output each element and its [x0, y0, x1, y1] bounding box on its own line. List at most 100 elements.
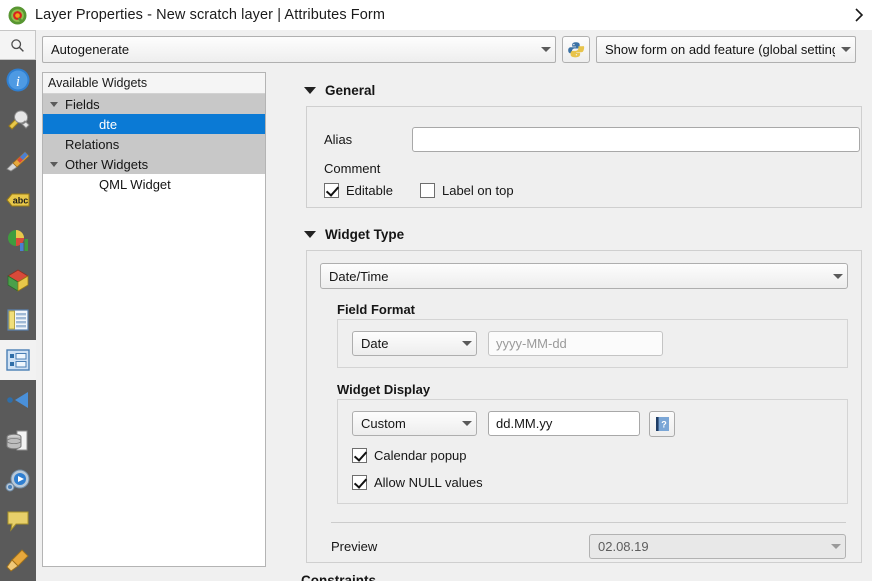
sidebar-item-joins[interactable]: [0, 380, 36, 420]
tree-item-other-widgets[interactable]: Other Widgets: [43, 154, 265, 174]
preview-value: 02.08.19: [598, 539, 649, 554]
svg-text:i: i: [16, 74, 20, 90]
preview-divider: [331, 522, 846, 523]
widget-display-label: Widget Display: [337, 382, 431, 397]
properties-icon-rail: i abc: [0, 30, 36, 581]
widget-display-mode-value: Custom: [361, 416, 406, 431]
table-ruler-icon: [7, 309, 29, 331]
field-format-mode-value: Date: [361, 336, 389, 351]
form-toolbar: Autogenerate Show form on add feature (g…: [42, 36, 872, 63]
join-arrow-icon: [7, 392, 28, 408]
tree-item-label: Relations: [65, 136, 120, 152]
twisty-expanded-icon[interactable]: [43, 99, 65, 109]
sidebar-item-diagrams[interactable]: [0, 220, 36, 260]
calendar-popup-checkbox[interactable]: [352, 448, 367, 463]
sidebar-item-auxiliary-storage[interactable]: [0, 420, 36, 460]
general-section-header[interactable]: General: [301, 80, 872, 100]
qgis-logo-icon: [8, 6, 27, 25]
tree-item-relations[interactable]: Relations: [43, 134, 265, 154]
widget-type-section-title: Widget Type: [325, 226, 405, 242]
sidebar-item-information[interactable]: i: [0, 60, 36, 100]
widget-type-panel: Date/Time Field Format Date yyyy-MM-dd W…: [306, 250, 862, 563]
form-behavior-value: Show form on add feature (global setting…: [605, 42, 835, 57]
constraints-section-title: Constraints: [301, 573, 377, 581]
label-on-top-checkbox[interactable]: [419, 183, 435, 198]
calendar-popup-label: Calendar popup: [374, 448, 467, 463]
form-behavior-combo[interactable]: Show form on add feature (global setting…: [596, 36, 856, 63]
format-help-button[interactable]: ?: [649, 411, 675, 437]
allow-null-label: Allow NULL values: [374, 475, 483, 490]
broom-icon: [6, 549, 29, 572]
chevron-down-icon: [841, 47, 851, 52]
sidebar-item-labels[interactable]: abc: [0, 180, 36, 220]
svg-text:?: ?: [661, 420, 667, 430]
available-widgets-panel: Available Widgets Fields dte Relations O…: [42, 72, 266, 567]
tree-item-label: Fields: [65, 96, 100, 112]
general-section-title: General: [325, 82, 376, 98]
editable-label: Editable: [346, 183, 393, 198]
tree-item-dte[interactable]: dte: [43, 114, 265, 134]
preview-value-combo[interactable]: 02.08.19: [589, 534, 846, 559]
pie-bar-chart-icon: [8, 230, 28, 251]
available-widgets-header: Available Widgets: [43, 73, 265, 94]
sidebar-item-source[interactable]: [0, 100, 36, 140]
speech-bubble-icon: [7, 511, 29, 532]
general-panel: Alias Comment Editable Label on top: [306, 106, 862, 208]
abc-label-icon: abc: [6, 193, 30, 207]
tree-item-label: QML Widget: [99, 176, 171, 192]
widget-display-group: Custom dd.MM.yy ? Calendar popup Allow N…: [337, 399, 848, 504]
wrench-screwdriver-icon: [8, 110, 30, 130]
sidebar-item-3d-view[interactable]: [0, 260, 36, 300]
collapse-triangle-icon: [304, 230, 316, 238]
form-layout-icon: [6, 349, 30, 371]
window-title: Layer Properties - New scratch layer | A…: [35, 7, 386, 23]
sidebar-item-attributes-form[interactable]: [0, 340, 36, 380]
sidebar-item-symbology[interactable]: [0, 140, 36, 180]
chevron-down-icon: [831, 544, 841, 549]
twisty-expanded-icon[interactable]: [43, 159, 65, 169]
editable-checkbox[interactable]: [324, 183, 339, 198]
gear-play-icon: [5, 469, 30, 492]
field-format-group: Date yyyy-MM-dd: [337, 319, 848, 368]
sidebar-item-display[interactable]: [0, 500, 36, 540]
paintbrush-icon: [6, 151, 30, 172]
chevron-right-icon[interactable]: [846, 4, 866, 26]
widget-display-pattern-input[interactable]: dd.MM.yy: [488, 411, 640, 436]
form-layout-value: Autogenerate: [51, 42, 130, 57]
tree-item-label: Other Widgets: [65, 156, 149, 172]
cube-icon: [7, 269, 29, 292]
widget-type-value: Date/Time: [329, 268, 389, 284]
sidebar-item-rendering[interactable]: [0, 540, 36, 580]
title-bar: Layer Properties - New scratch layer | A…: [0, 0, 872, 30]
form-layout-combo[interactable]: Autogenerate: [42, 36, 556, 63]
search-icon: [11, 38, 24, 52]
allow-null-checkbox[interactable]: [352, 475, 367, 490]
python-logo-icon: [568, 41, 585, 57]
alias-label: Alias: [324, 132, 353, 147]
tree-item-label: dte: [99, 116, 118, 132]
information-icon: i: [6, 68, 30, 92]
chevron-down-icon: [541, 47, 551, 52]
chevron-down-icon: [462, 341, 472, 346]
alias-input[interactable]: [412, 127, 860, 152]
label-on-top-label: Label on top: [441, 183, 514, 198]
constraints-section-header[interactable]: Constraints: [301, 573, 872, 581]
database-page-icon: [6, 430, 28, 451]
sidebar-item-actions[interactable]: [0, 460, 36, 500]
field-format-pattern-input[interactable]: yyyy-MM-dd: [488, 331, 663, 356]
svg-text:abc: abc: [13, 196, 29, 206]
field-format-label: Field Format: [337, 302, 416, 317]
widget-display-mode-combo[interactable]: Custom: [352, 411, 477, 436]
preview-label: Preview: [331, 539, 378, 554]
search-button[interactable]: [0, 30, 36, 60]
widget-type-section-header[interactable]: Widget Type: [301, 224, 872, 244]
tree-item-fields[interactable]: Fields: [43, 94, 265, 114]
widget-type-combo[interactable]: Date/Time: [320, 263, 848, 289]
python-init-button[interactable]: [562, 36, 590, 63]
field-format-mode-combo[interactable]: Date: [352, 331, 477, 356]
field-properties-content: General Alias Comment Editable Label on …: [296, 72, 872, 581]
sidebar-item-fields[interactable]: [0, 300, 36, 340]
collapse-triangle-icon: [304, 86, 316, 94]
tree-item-qml-widget[interactable]: QML Widget: [43, 174, 265, 194]
chevron-down-icon: [833, 273, 843, 279]
